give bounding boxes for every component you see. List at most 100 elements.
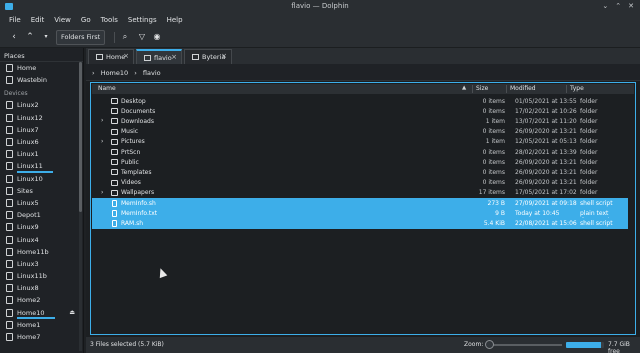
device-item[interactable]: Linux3 [0, 258, 83, 270]
close-tab-icon[interactable]: × [171, 53, 177, 61]
breadcrumb-item-home10[interactable]: Home10 [101, 69, 128, 77]
device-item[interactable]: Linux7 [0, 124, 83, 136]
menu-view[interactable]: View [50, 13, 77, 27]
drive-icon [6, 247, 13, 256]
expand-arrow-icon[interactable]: › [101, 117, 103, 124]
drive-icon [6, 296, 13, 305]
file-row[interactable]: › Wallpapers 17 items 17/05/2021 at 17:02 fo… [92, 188, 628, 198]
file-row[interactable]: PrtScn 0 items 28/02/2021 at 13:39 folder [92, 147, 628, 157]
close-tab-icon[interactable]: × [221, 52, 227, 60]
menu-go[interactable]: Go [77, 13, 97, 27]
maximize-icon[interactable]: ⌃ [615, 2, 621, 10]
device-item[interactable]: Linux11 [0, 160, 83, 173]
toolbar: ‹ ⌃ ▾ Folders First ⌕ ▽ ◉ [0, 27, 640, 48]
device-item[interactable]: Linux12 [0, 112, 83, 124]
tab-flavio[interactable]: flavio × [136, 49, 182, 64]
places-scrollbar-thumb[interactable] [79, 62, 82, 212]
device-item[interactable]: Home10 ⏏ [0, 307, 83, 319]
device-item[interactable]: Linux2 [0, 99, 83, 111]
menu-settings[interactable]: Settings [124, 13, 163, 27]
drive-icon [6, 223, 13, 232]
device-item[interactable]: Linux10 [0, 173, 83, 185]
file-row[interactable]: › Pictures 1 item 12/05/2021 at 05:13 folder [92, 137, 628, 147]
minimize-icon[interactable]: ⌄ [602, 2, 608, 10]
view-mode-icon[interactable]: ▾ [41, 30, 51, 45]
expand-arrow-icon[interactable]: › [101, 189, 103, 196]
tab-home[interactable]: Home × [88, 49, 134, 64]
free-space-bar [566, 342, 604, 348]
file-view[interactable]: Name ▲ Size Modified Type Desktop 0 items… [86, 81, 640, 337]
breadcrumb-item-flavio[interactable]: flavio [143, 69, 161, 77]
device-item[interactable]: Linux11b [0, 270, 83, 282]
breadcrumb: › Home10 › flavio [86, 64, 640, 81]
device-item[interactable]: Linux8 [0, 282, 83, 294]
drive-icon [6, 308, 13, 317]
up-icon[interactable]: ⌃ [24, 30, 36, 45]
drive-icon [6, 125, 13, 134]
device-item[interactable]: Linux5 [0, 197, 83, 209]
drive-icon [6, 320, 13, 329]
device-item[interactable]: Linux9 [0, 221, 83, 233]
device-item[interactable]: Sites [0, 185, 83, 197]
column-separator[interactable] [566, 85, 567, 93]
file-row[interactable]: MemInfo.txt9 BToday at 10:45plain text d… [92, 208, 628, 224]
column-name[interactable]: Name [98, 85, 116, 92]
places-scrollbar[interactable] [79, 62, 82, 351]
text-file-icon [112, 209, 117, 217]
zoom-slider[interactable] [487, 344, 562, 346]
column-separator[interactable] [472, 85, 473, 93]
column-type[interactable]: Type [570, 85, 584, 92]
column-size[interactable]: Size [476, 85, 488, 92]
folders-first-button[interactable]: Folders First [56, 30, 106, 45]
menu-edit[interactable]: Edit [27, 13, 51, 27]
places-item-home[interactable]: Home [0, 62, 83, 74]
zoom-label: Zoom: [464, 341, 484, 348]
device-item[interactable]: Linux4 [0, 233, 83, 245]
places-item-wastebin[interactable]: Wastebin [0, 74, 83, 86]
file-row[interactable]: Desktop 0 items 01/05/2021 at 13:55 folder [92, 96, 628, 106]
file-row[interactable]: › Downloads 1 item 13/07/2021 at 11:20 folde… [92, 116, 628, 126]
folder-icon [111, 169, 118, 176]
drive-icon [6, 211, 13, 220]
file-row[interactable]: Music 0 items 26/09/2020 at 13:21 folder [92, 127, 628, 137]
places-header: Places [0, 48, 83, 62]
file-row[interactable]: Videos 0 items 26/09/2020 at 13:21 folder [92, 178, 628, 188]
device-item[interactable]: Home7 [0, 331, 83, 343]
search-icon[interactable]: ⌕ [119, 30, 131, 45]
back-icon[interactable]: ‹ [8, 30, 20, 45]
folder-icon [111, 149, 118, 155]
device-item[interactable]: Home11b [0, 246, 83, 258]
filter-icon[interactable]: ▽ [136, 30, 148, 45]
zoom-slider-handle[interactable] [485, 340, 494, 349]
device-item[interactable]: Linux6 [0, 136, 83, 148]
column-modified[interactable]: Modified [510, 85, 536, 92]
window-title: flavio — Dolphin [291, 2, 349, 10]
preview-icon[interactable]: ◉ [151, 30, 163, 45]
folder-icon [111, 138, 118, 145]
device-item[interactable]: Linux1 [0, 148, 83, 160]
tab-byteria[interactable]: Byteria × [184, 49, 232, 64]
file-row[interactable]: Templates 0 items 26/09/2020 at 13:21 folde… [92, 167, 628, 177]
file-row[interactable]: Public 0 items 26/09/2020 at 13:21 folder [92, 157, 628, 167]
menu-tools[interactable]: Tools [97, 13, 124, 27]
folder-icon [111, 189, 118, 196]
eject-icon[interactable]: ⏏ [69, 309, 75, 316]
device-item[interactable]: Depot1 [0, 209, 83, 221]
device-item[interactable]: Home1 [0, 319, 83, 331]
menu-file[interactable]: File [5, 13, 27, 27]
column-separator[interactable] [506, 85, 507, 93]
menu-help[interactable]: Help [163, 13, 189, 27]
folder-icon [111, 108, 118, 115]
close-icon[interactable]: ✕ [628, 2, 634, 10]
file-row[interactable]: Documents 0 items 17/02/2021 at 10:26 folde… [92, 106, 628, 116]
file-row[interactable]: RAM.sh 5.4 KiB 22/08/2021 at 15:06 shell sc… [92, 218, 628, 229]
sort-arrow-icon[interactable]: ▲ [462, 85, 466, 91]
file-row[interactable]: MemInfo.sh 273 B 27/09/2021 at 09:18 shell … [92, 198, 628, 209]
devices-section-label: Devices [4, 90, 28, 98]
expand-arrow-icon[interactable]: › [101, 138, 103, 145]
drive-icon [6, 272, 13, 281]
close-tab-icon[interactable]: × [123, 52, 129, 60]
drive-icon [6, 162, 13, 171]
drive-icon [6, 150, 13, 159]
device-item[interactable]: Home2 [0, 294, 83, 306]
